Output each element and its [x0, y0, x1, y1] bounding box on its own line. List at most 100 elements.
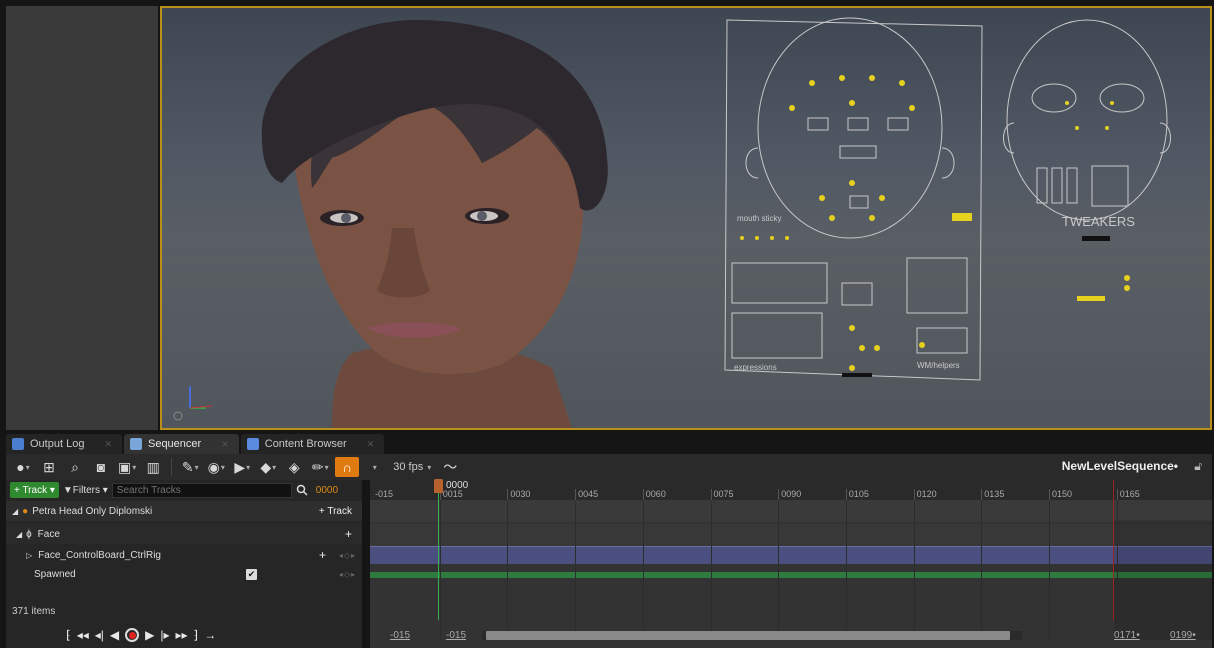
key-navigation-icon[interactable]: ◂◇▸ — [339, 570, 356, 579]
timeline-scrollbar[interactable] — [482, 631, 1022, 640]
time-ruler[interactable]: -015 0015 0030 0045 0060 0075 0090 0105 0120 0135… — [370, 480, 1212, 500]
track-label: Face_ControlBoard_CtrlRig — [38, 549, 161, 561]
key-navigation-icon[interactable]: ◂◇▸ — [339, 551, 356, 560]
track-lanes[interactable] — [370, 500, 1212, 640]
tab-content-browser[interactable]: Content Browser ✕ — [240, 434, 385, 454]
lock-icon[interactable]: 🔓︎ — [1194, 459, 1202, 474]
items-count: 371 items — [12, 606, 56, 617]
tab-label: Content Browser — [264, 438, 347, 450]
world-icon[interactable]: ● ▾ — [12, 457, 34, 477]
output-log-icon — [12, 438, 24, 450]
content-browser-icon — [246, 438, 259, 450]
spawned-section[interactable] — [370, 572, 1212, 578]
jump-to-start-icon[interactable]: ⁅ — [66, 628, 71, 642]
grid-line — [575, 500, 577, 640]
tick-label: 0045 — [578, 489, 599, 499]
level-viewport[interactable]: mouth sticky expressions WM/helpers TWEA… — [160, 6, 1212, 430]
playhead-handle[interactable] — [434, 479, 443, 493]
play-reverse-icon[interactable]: ◀ — [110, 628, 119, 642]
render-icon[interactable]: ▣ ▾ — [116, 457, 138, 477]
view-start-field[interactable]: -015 — [390, 630, 410, 641]
tick-mark — [845, 489, 847, 500]
mouth-sticky-label: mouth sticky — [737, 214, 781, 223]
working-start-field[interactable]: -015 — [446, 630, 466, 641]
lane-petra — [370, 500, 1212, 522]
playback-end-marker[interactable] — [1113, 480, 1114, 620]
collapse-arrow-icon[interactable]: ▷ — [26, 551, 32, 560]
lane-face — [370, 524, 1212, 546]
scrollbar-thumb[interactable] — [486, 631, 1010, 640]
close-icon[interactable]: ✕ — [104, 439, 112, 450]
track-outliner: + Track ▾ ▼Filters ▾ 0000 ◢ ● Petra Head… — [6, 480, 362, 648]
grid-line — [507, 500, 509, 640]
tab-sequencer[interactable]: Sequencer ✕ — [123, 434, 239, 454]
tweakers-label: TWEAKERS — [1062, 214, 1135, 229]
curve-editor-icon[interactable]: 〜 — [439, 457, 461, 477]
transport-controls: ⁅ ◂◂ ◂| ◀ ▶ |▸ ▸▸ ⁆ → — [66, 626, 216, 644]
tick-label: 0030 — [510, 489, 531, 499]
track-row-control-rig[interactable]: ▷ Face_ControlBoard_CtrlRig + ◂◇▸ — [6, 546, 362, 564]
search-tracks-input[interactable] — [111, 482, 292, 498]
expand-arrow-icon[interactable]: ◢ — [16, 530, 22, 539]
play-icon[interactable]: ▶ — [145, 628, 154, 642]
timeline-area[interactable]: -015 0015 0030 0045 0060 0075 0090 0105 0120 0135… — [370, 479, 1212, 648]
find-icon[interactable]: ⌕ — [64, 457, 86, 477]
grid-line — [439, 500, 441, 640]
record-button[interactable] — [125, 628, 140, 642]
wm-helpers-label: WM/helpers — [917, 361, 960, 370]
snap-magnet-icon[interactable]: ∩ — [335, 457, 360, 477]
next-key-icon[interactable]: ▸▸ — [175, 628, 187, 642]
tick-label: 0150 — [1052, 489, 1073, 499]
track-label: Spawned — [34, 568, 76, 580]
close-icon[interactable]: ✕ — [221, 439, 229, 450]
sequencer-icon — [129, 438, 142, 450]
expand-arrow-icon[interactable]: ◢ — [12, 507, 18, 516]
track-row-face[interactable]: ◢ ɸ Face + — [6, 524, 362, 544]
step-forward-icon[interactable]: |▸ — [160, 628, 169, 642]
save-icon[interactable]: ⊞ — [38, 457, 60, 477]
grid-line — [1049, 500, 1050, 640]
working-end-field[interactable]: 0171• — [1114, 630, 1140, 641]
key-icon[interactable]: ◈ — [283, 457, 305, 477]
panel-tabbar: Output Log ✕ Sequencer ✕ Content Browser… — [0, 432, 1214, 454]
add-icon[interactable]: + — [345, 527, 352, 541]
outliner-header: + Track ▾ ▼Filters ▾ 0000 — [6, 480, 362, 500]
frame-rate-dropdown[interactable]: 30 fps ▾ — [389, 461, 435, 473]
play-icon[interactable]: ▶ ▾ — [231, 457, 253, 477]
tick-mark — [778, 489, 780, 500]
snap-options-dropdown[interactable]: ▾ — [363, 457, 385, 477]
tick-label: 0120 — [916, 489, 937, 499]
tick-mark — [642, 489, 644, 500]
view-end-field[interactable]: 0199• — [1170, 630, 1196, 641]
add-track-button[interactable]: + Track ▾ — [10, 482, 59, 498]
actor-icon[interactable]: ▥ — [142, 457, 164, 477]
previous-key-icon[interactable]: ◂◂ — [77, 628, 89, 642]
tab-output-log[interactable]: Output Log ✕ — [6, 434, 122, 454]
track-row-spawned[interactable]: Spawned ✔ ◂◇▸ — [6, 565, 362, 583]
actor-icon: ● — [22, 505, 29, 517]
add-icon[interactable]: + — [319, 548, 326, 562]
spawned-checkbox[interactable]: ✔ — [246, 568, 257, 580]
camera-icon[interactable]: ◙ — [90, 457, 112, 477]
add-track-inline-button[interactable]: + Track — [319, 506, 352, 517]
track-label: Face — [37, 528, 60, 540]
close-icon[interactable]: ✕ — [367, 439, 375, 450]
jump-to-end-icon[interactable]: ⁆ — [194, 628, 199, 642]
tick-label: 0075 — [713, 489, 734, 499]
tick-mark — [710, 489, 712, 500]
loop-icon[interactable]: → — [204, 628, 216, 642]
current-frame-field[interactable]: 0000 — [316, 485, 338, 496]
search-icon[interactable] — [296, 484, 308, 496]
track-row-petra[interactable]: ◢ ● Petra Head Only Diplomski + Track — [6, 501, 362, 521]
view-icon[interactable]: ◉ ▾ — [205, 457, 227, 477]
sequence-name[interactable]: NewLevelSequence• — [1062, 459, 1178, 473]
control-rig-section[interactable] — [370, 546, 1212, 564]
tab-label: Sequencer — [147, 438, 202, 450]
out-of-range-shade — [1114, 520, 1212, 640]
brush-icon[interactable]: ✏ ▾ — [309, 457, 331, 477]
step-back-icon[interactable]: ◂| — [95, 628, 104, 642]
filters-button[interactable]: ▼Filters ▾ — [63, 485, 108, 496]
tools-icon[interactable]: ✎ ▾ — [179, 457, 201, 477]
keyframe-icon[interactable]: ◆ ▾ — [257, 457, 279, 477]
expressions-label: expressions — [734, 363, 777, 372]
